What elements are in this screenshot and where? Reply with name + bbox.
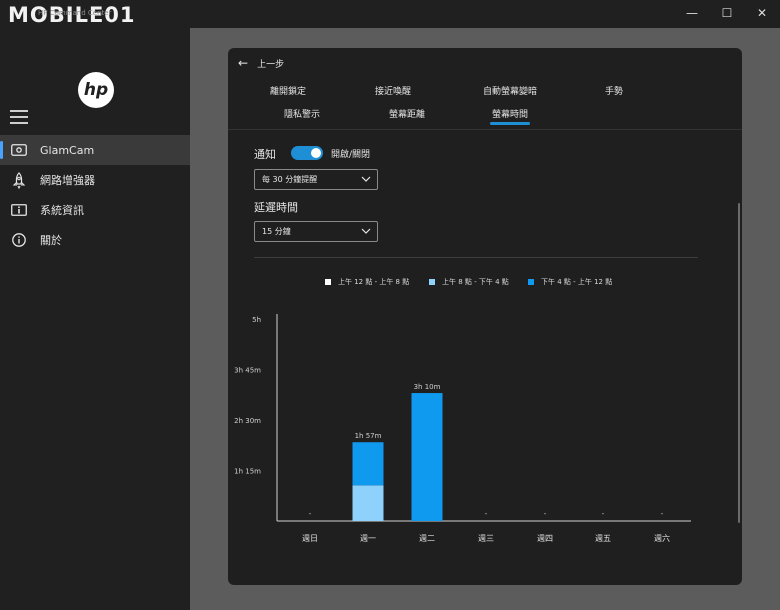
- bar-segment: [352, 442, 384, 486]
- back-label: 上一步: [257, 59, 285, 70]
- sidebar-item-label: GlamCam: [40, 143, 95, 157]
- delay-dropdown[interactable]: 15 分鐘: [254, 221, 378, 242]
- x-tick-label: 週日: [302, 534, 318, 543]
- tab-leave-lock[interactable]: 離開鎖定: [270, 84, 306, 97]
- bar-value-label: -: [309, 510, 312, 518]
- legend-swatch: [429, 279, 435, 285]
- active-tab-indicator: [490, 122, 530, 125]
- app-title: HP Command Center: [38, 9, 112, 17]
- notify-toggle[interactable]: [291, 146, 323, 160]
- bar-value-label: -: [602, 510, 605, 518]
- close-button[interactable]: ✕: [750, 3, 774, 23]
- info-box-icon: [11, 202, 27, 218]
- delay-label: 延遲時間: [254, 201, 298, 214]
- reminder-dropdown[interactable]: 每 30 分鐘提醒: [254, 169, 378, 190]
- legend-label: 下午 4 點 - 上午 12 點: [541, 278, 613, 286]
- legend-item-midnight-to-8am: 上午 12 點 - 上午 8 點: [325, 277, 409, 287]
- screen-time-chart: 1h 15m 2h 30m 3h 45m 5h - 週日 1h 57m 週一 3h 10m 週二 -…: [234, 314, 691, 543]
- camera-icon: [11, 142, 27, 158]
- legend-label: 上午 8 點 - 下午 4 點: [442, 278, 509, 286]
- x-tick-label: 週一: [360, 534, 376, 543]
- sidebar-item-about[interactable]: 關於: [0, 225, 190, 255]
- delay-value: 15 分鐘: [262, 227, 291, 236]
- bar-segment: [352, 485, 384, 521]
- sidebar-item-glamcam[interactable]: GlamCam: [0, 135, 190, 165]
- y-tick-label: 2h 30m: [234, 417, 261, 425]
- legend-item-8am-to-4pm: 上午 8 點 - 下午 4 點: [429, 277, 509, 287]
- hp-logo: hp: [78, 72, 114, 108]
- bar-value-label: 1h 57m: [355, 432, 382, 440]
- scrollbar[interactable]: [738, 203, 740, 523]
- screen-time-panel: ← 上一步 離開鎖定 接近喚醒 自動螢幕變暗 手勢 隱私警示 螢幕距離 螢幕時間…: [228, 48, 742, 585]
- sidebar-item-system-info[interactable]: 系統資訊: [0, 195, 190, 225]
- minimize-button[interactable]: —: [680, 3, 704, 23]
- sidebar: hp GlamCam 網路增強器 系統資訊 關於: [0, 28, 190, 610]
- section-divider: [254, 257, 698, 258]
- rocket-icon: [11, 171, 27, 189]
- legend-swatch: [325, 279, 331, 285]
- reminder-value: 每 30 分鐘提醒: [262, 175, 318, 184]
- bar-value-label: -: [544, 510, 547, 518]
- bar-value-label: 3h 10m: [414, 383, 441, 391]
- x-tick-label: 週六: [654, 533, 670, 543]
- tab-wake-on-approach[interactable]: 接近喚醒: [375, 84, 411, 97]
- legend-label: 上午 12 點 - 上午 8 點: [338, 278, 410, 286]
- x-tick-label: 週三: [478, 534, 494, 543]
- y-tick-label: 1h 15m: [234, 468, 261, 476]
- title-bar: MOBILE01 HP Command Center — ☐ ✕: [0, 0, 780, 28]
- bar-segment: [411, 393, 443, 521]
- bar-value-label: -: [661, 510, 664, 518]
- bar-value-label: -: [485, 510, 488, 518]
- back-arrow-icon: ←: [238, 56, 249, 70]
- tab-privacy-alert[interactable]: 隱私警示: [284, 107, 320, 120]
- sidebar-item-label: 關於: [40, 234, 62, 247]
- chevron-down-icon: [361, 173, 371, 187]
- x-tick-label: 週四: [537, 534, 553, 543]
- tab-gestures[interactable]: 手勢: [605, 84, 623, 97]
- sidebar-item-network-booster[interactable]: 網路增強器: [0, 165, 190, 195]
- legend-item-4pm-to-midnight: 下午 4 點 - 上午 12 點: [528, 277, 612, 287]
- tab-screen-time[interactable]: 螢幕時間: [492, 107, 528, 120]
- sidebar-item-label: 系統資訊: [40, 204, 84, 217]
- maximize-button[interactable]: ☐: [715, 3, 739, 23]
- toggle-label: 開啟/關閉: [331, 150, 371, 160]
- content-area: ← 上一步 離開鎖定 接近喚醒 自動螢幕變暗 手勢 隱私警示 螢幕距離 螢幕時間…: [190, 28, 780, 610]
- y-tick-label: 5h: [252, 316, 261, 324]
- tab-screen-distance[interactable]: 螢幕距離: [389, 107, 425, 120]
- chevron-down-icon: [361, 225, 371, 239]
- x-tick-label: 週五: [595, 534, 611, 543]
- info-circle-icon: [11, 232, 27, 248]
- legend-swatch: [528, 279, 534, 285]
- back-button[interactable]: ← 上一步: [238, 56, 284, 70]
- tab-divider: [228, 129, 742, 130]
- x-tick-label: 週二: [419, 534, 435, 543]
- notify-label: 通知: [254, 148, 276, 161]
- tab-auto-dim[interactable]: 自動螢幕變暗: [483, 84, 537, 97]
- sidebar-item-label: 網路增強器: [40, 174, 95, 187]
- hamburger-menu-icon[interactable]: [10, 110, 28, 124]
- y-tick-label: 3h 45m: [234, 367, 261, 375]
